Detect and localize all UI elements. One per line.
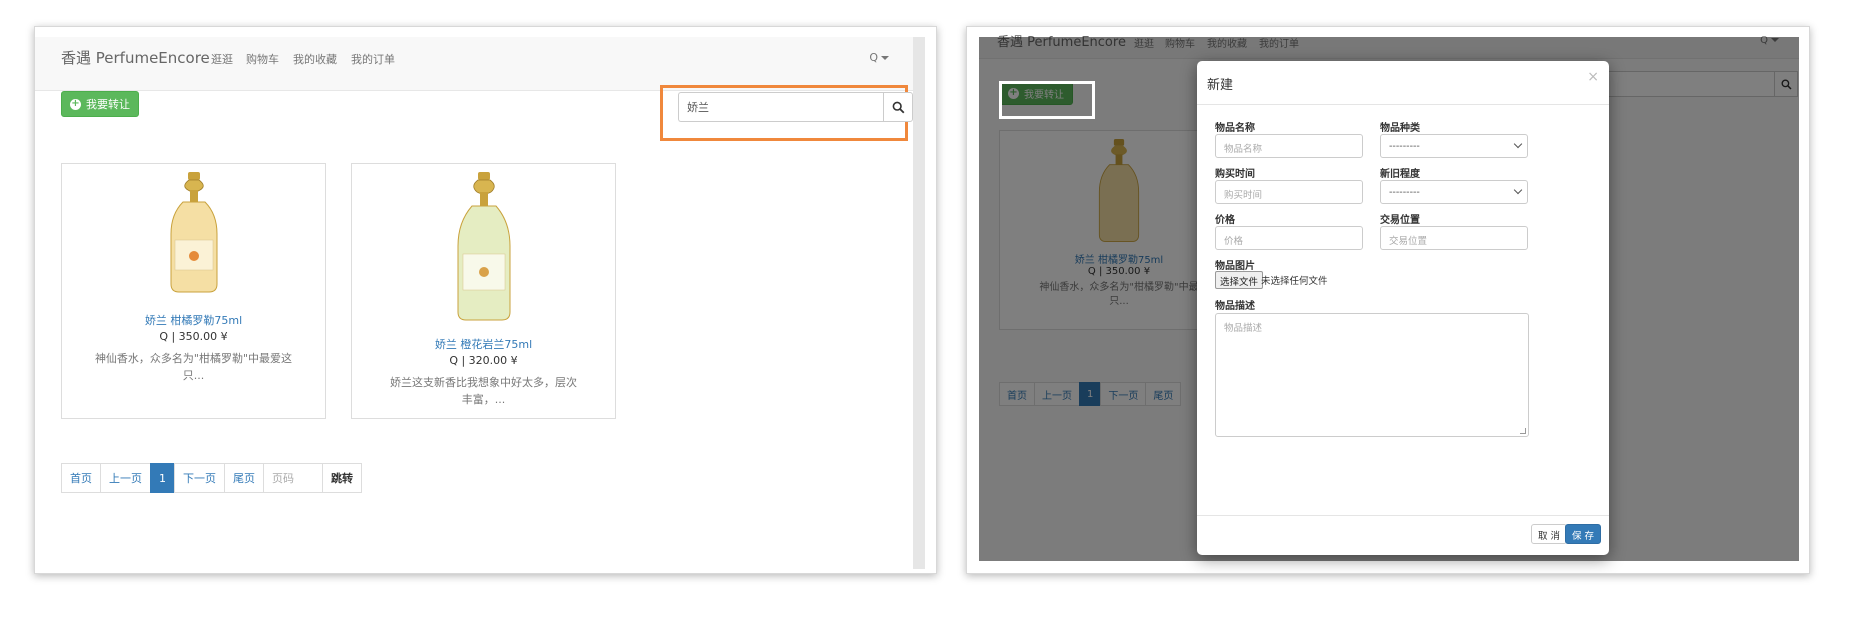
nav-browse[interactable]: 逛逛 [211, 51, 233, 67]
category-select[interactable]: --------- [1380, 134, 1528, 158]
file-status: 未选择任何文件 [1261, 276, 1328, 287]
image-label: 物品图片 [1215, 261, 1255, 272]
page-current[interactable]: 1 [150, 463, 175, 493]
product-price: Q | 320.00 ¥ [449, 354, 518, 367]
product-description: 娇兰这支新香比我想象中好太多，层次 丰富，... [382, 374, 585, 408]
browser-window-right: 香遇 PerfumeEncore 逛逛 购物车 我的收藏 我的订单 Q + 我要… [966, 26, 1810, 574]
item-name-input[interactable]: 物品名称 [1215, 134, 1363, 158]
product-description-line-2: 只... [182, 369, 205, 382]
plus-circle-icon: + [70, 98, 81, 110]
location-label: 交易位置 [1380, 215, 1420, 226]
modal-backdrop[interactable]: 新建 × 物品名称 物品名称 物品种类 --------- 购买时间 购买时间 … [979, 37, 1799, 561]
chevron-down-icon [1513, 185, 1523, 195]
page-last-link[interactable]: 尾页 [224, 463, 264, 493]
search-button[interactable] [883, 92, 913, 122]
condition-label: 新旧程度 [1380, 169, 1420, 180]
scrollbar[interactable] [913, 37, 925, 569]
product-card[interactable]: 娇兰 柑橘罗勒75ml Q | 350.00 ¥ 神仙香水，众多名为"柑橘罗勒"… [61, 163, 326, 419]
product-description-line-2: 丰富，... [461, 393, 506, 406]
brand-logo[interactable]: 香遇 PerfumeEncore [61, 47, 210, 68]
product-description: 神仙香水，众多名为"柑橘罗勒"中最爱这 只... [92, 350, 295, 384]
location-input[interactable]: 交易位置 [1380, 226, 1528, 250]
description-label: 物品描述 [1215, 301, 1255, 312]
nav-orders[interactable]: 我的订单 [351, 51, 395, 67]
caret-down-icon [881, 56, 889, 60]
product-name[interactable]: 娇兰 橙花岩兰75ml [352, 336, 615, 352]
modal-footer: 取 消 保 存 [1197, 515, 1609, 555]
sell-button-label: 我要转让 [86, 98, 130, 111]
description-placeholder: 物品描述 [1224, 323, 1263, 334]
purchase-time-label: 购买时间 [1215, 169, 1255, 180]
category-select-value: --------- [1389, 141, 1420, 152]
name-label: 物品名称 [1215, 123, 1255, 134]
product-name[interactable]: 娇兰 柑橘罗勒75ml [62, 312, 325, 328]
close-icon[interactable]: × [1587, 69, 1599, 85]
nav-cart[interactable]: 购物车 [246, 51, 279, 67]
perfume-bottle-image [170, 172, 217, 293]
choose-file-button[interactable]: 选择文件 [1215, 271, 1264, 289]
purchase-time-input[interactable]: 购买时间 [1215, 180, 1363, 204]
sell-button[interactable]: + 我要转让 [61, 91, 139, 117]
product-description-line-1: 神仙香水，众多名为"柑橘罗勒"中最爱这 [94, 352, 293, 365]
product-price: Q | 350.00 ¥ [159, 330, 228, 343]
browser-window-left: 香遇 PerfumeEncore 逛逛 购物车 我的收藏 我的订单 Q + 我要… [34, 26, 937, 574]
navbar: 香遇 PerfumeEncore 逛逛 购物车 我的收藏 我的订单 Q [35, 37, 913, 91]
modal-title: 新建 [1207, 78, 1234, 93]
cancel-button[interactable]: 取 消 [1530, 524, 1567, 544]
condition-select-value: --------- [1389, 187, 1420, 198]
nav-favorites[interactable]: 我的收藏 [293, 51, 337, 67]
condition-select[interactable]: --------- [1380, 180, 1528, 204]
save-button[interactable]: 保 存 [1564, 524, 1601, 544]
search-icon [892, 101, 904, 113]
product-description-line-1: 娇兰这支新香比我想象中好太多，层次 [390, 376, 577, 389]
page-number-input[interactable]: 页码 [263, 463, 323, 493]
user-name: Q [869, 51, 878, 64]
page-prev-link[interactable]: 上一页 [100, 463, 151, 493]
price-input[interactable]: 价格 [1215, 226, 1363, 250]
pagination: 首页 上一页 1 下一页 尾页 页码 跳转 [61, 463, 362, 493]
new-item-modal: 新建 × 物品名称 物品名称 物品种类 --------- 购买时间 购买时间 … [1197, 61, 1609, 555]
page-jump-button[interactable]: 跳转 [322, 463, 362, 493]
description-textarea[interactable]: 物品描述 [1215, 313, 1529, 437]
page-next-link[interactable]: 下一页 [174, 463, 225, 493]
category-label: 物品种类 [1380, 123, 1420, 134]
perfume-bottle-image [457, 172, 510, 321]
chevron-down-icon [1513, 139, 1523, 149]
modal-header: 新建 × [1197, 61, 1609, 105]
page-first-link[interactable]: 首页 [61, 463, 101, 493]
product-card[interactable]: 娇兰 橙花岩兰75ml Q | 320.00 ¥ 娇兰这支新香比我想象中好太多，… [351, 163, 616, 419]
search-input[interactable] [678, 92, 883, 122]
user-dropdown[interactable]: Q [869, 51, 889, 64]
sell-button-highlight-box [999, 81, 1095, 119]
resize-handle-icon[interactable] [1520, 428, 1526, 434]
price-label: 价格 [1215, 215, 1235, 226]
